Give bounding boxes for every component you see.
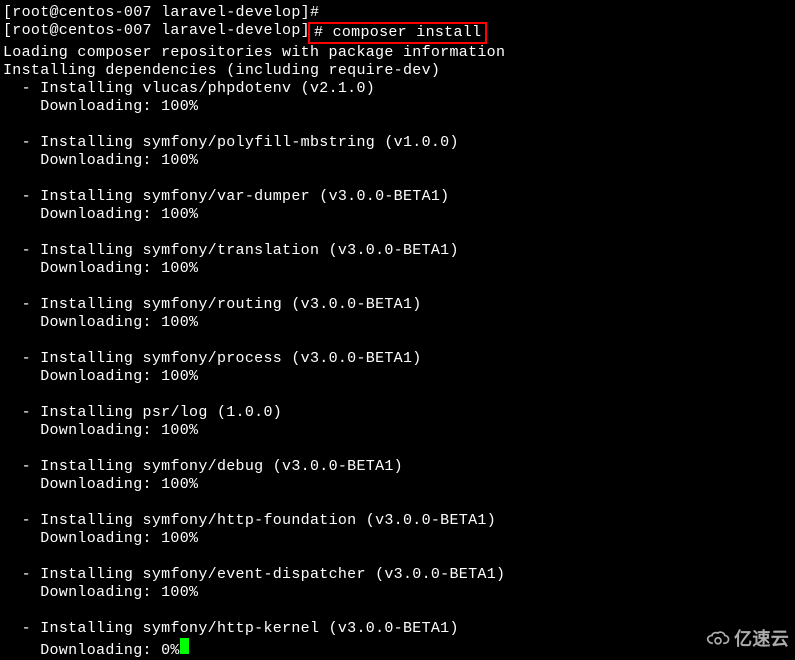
package-1: - Installing symfony/polyfill-mbstring (… (3, 134, 792, 188)
prompt-line-1: [root@centos-007 laravel-develop]# (3, 4, 792, 22)
install-line: - Installing symfony/process (v3.0.0-BET… (3, 350, 792, 368)
install-line: - Installing vlucas/phpdotenv (v2.1.0) (3, 80, 792, 98)
install-line: - Installing symfony/http-foundation (v3… (3, 512, 792, 530)
download-line: Downloading: 100% (3, 530, 792, 548)
download-line: Downloading: 100% (3, 476, 792, 494)
install-line: - Installing symfony/event-dispatcher (v… (3, 566, 792, 584)
watermark-text: 亿速云 (734, 630, 789, 648)
blank-line (3, 278, 792, 296)
composer-command: composer install (333, 24, 482, 41)
command-highlight-box: # composer install (308, 22, 487, 44)
shell-prompt: [root@centos-007 laravel-develop]# (3, 4, 329, 22)
package-7: - Installing symfony/debug (v3.0.0-BETA1… (3, 458, 792, 512)
install-line: - Installing symfony/debug (v3.0.0-BETA1… (3, 458, 792, 476)
package-2: - Installing symfony/var-dumper (v3.0.0-… (3, 188, 792, 242)
install-line: - Installing symfony/translation (v3.0.0… (3, 242, 792, 260)
cloud-icon (706, 630, 730, 648)
blank-line (3, 440, 792, 458)
install-line: - Installing symfony/routing (v3.0.0-BET… (3, 296, 792, 314)
blank-line (3, 494, 792, 512)
package-10: - Installing symfony/http-kernel (v3.0.0… (3, 620, 792, 660)
download-line: Downloading: 100% (3, 422, 792, 440)
package-6: - Installing psr/log (1.0.0) Downloading… (3, 404, 792, 458)
download-line: Downloading: 100% (3, 206, 792, 224)
download-line: Downloading: 100% (3, 584, 792, 602)
blank-line (3, 224, 792, 242)
hash-symbol: # (314, 24, 333, 41)
download-line: Downloading: 0% (3, 638, 792, 660)
download-line: Downloading: 100% (3, 260, 792, 278)
blank-line (3, 386, 792, 404)
blank-line (3, 332, 792, 350)
install-line: - Installing psr/log (1.0.0) (3, 404, 792, 422)
watermark: 亿速云 (706, 630, 789, 648)
blank-line (3, 170, 792, 188)
prompt-line-2[interactable]: [root@centos-007 laravel-develop]# compo… (3, 22, 792, 44)
package-0: - Installing vlucas/phpdotenv (v2.1.0) D… (3, 80, 792, 134)
shell-prompt: [root@centos-007 laravel-develop] (3, 22, 310, 44)
package-8: - Installing symfony/http-foundation (v3… (3, 512, 792, 566)
package-5: - Installing symfony/process (v3.0.0-BET… (3, 350, 792, 404)
loading-repositories-line: Loading composer repositories with packa… (3, 44, 792, 62)
blank-line (3, 116, 792, 134)
blank-line (3, 548, 792, 566)
terminal-cursor (180, 638, 189, 654)
install-line: - Installing symfony/http-kernel (v3.0.0… (3, 620, 792, 638)
install-line: - Installing symfony/polyfill-mbstring (… (3, 134, 792, 152)
package-4: - Installing symfony/routing (v3.0.0-BET… (3, 296, 792, 350)
blank-line (3, 602, 792, 620)
installing-dependencies-line: Installing dependencies (including requi… (3, 62, 792, 80)
install-line: - Installing symfony/var-dumper (v3.0.0-… (3, 188, 792, 206)
download-line: Downloading: 100% (3, 152, 792, 170)
download-line: Downloading: 100% (3, 314, 792, 332)
package-9: - Installing symfony/event-dispatcher (v… (3, 566, 792, 620)
download-line: Downloading: 100% (3, 98, 792, 116)
package-3: - Installing symfony/translation (v3.0.0… (3, 242, 792, 296)
download-line: Downloading: 100% (3, 368, 792, 386)
